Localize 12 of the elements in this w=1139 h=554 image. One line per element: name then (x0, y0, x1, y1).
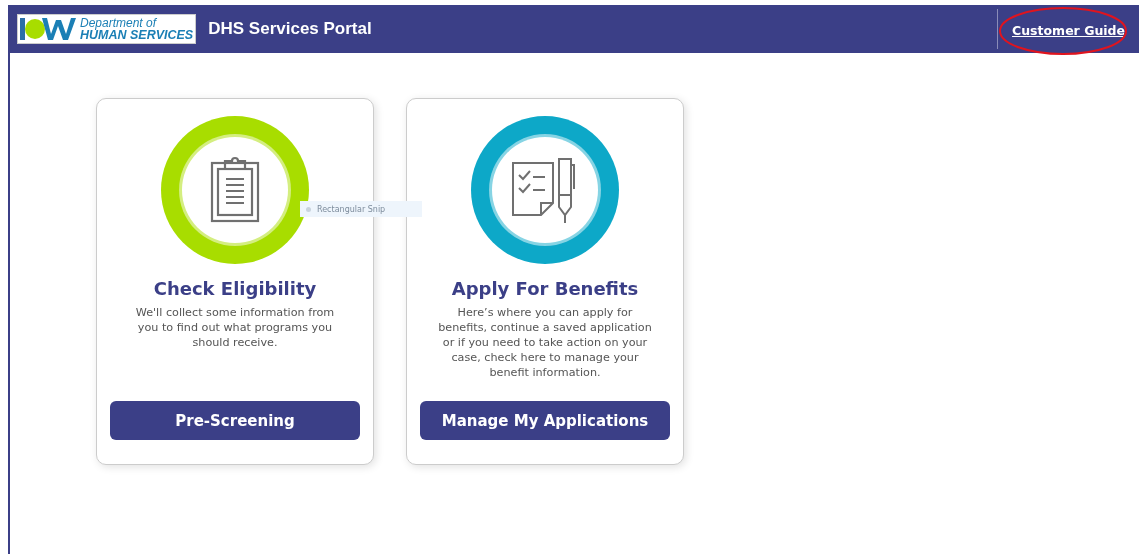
logo-text: HUMAN SERVICES (80, 29, 194, 41)
logo-text: Department of (80, 17, 157, 29)
card-button[interactable]: Manage My Applications (420, 401, 670, 440)
tooltip-text: Rectangular Snip (317, 204, 386, 214)
dot-icon (306, 206, 311, 212)
card-description: Here’s where you can apply for benefits, continue a saved application or if you need to take action on your case, check here to manage your benefit information. (437, 305, 653, 380)
card-title: Check Eligibility (153, 278, 317, 299)
logo-icon (20, 16, 78, 42)
portal-title: DHS Services Portal (208, 19, 372, 39)
card-description: We'll collect some information from you to find out what programs you should receive. (134, 305, 336, 350)
card-button[interactable]: Pre-Screening (110, 401, 360, 440)
card-title: Apply For Benefits (451, 278, 639, 299)
